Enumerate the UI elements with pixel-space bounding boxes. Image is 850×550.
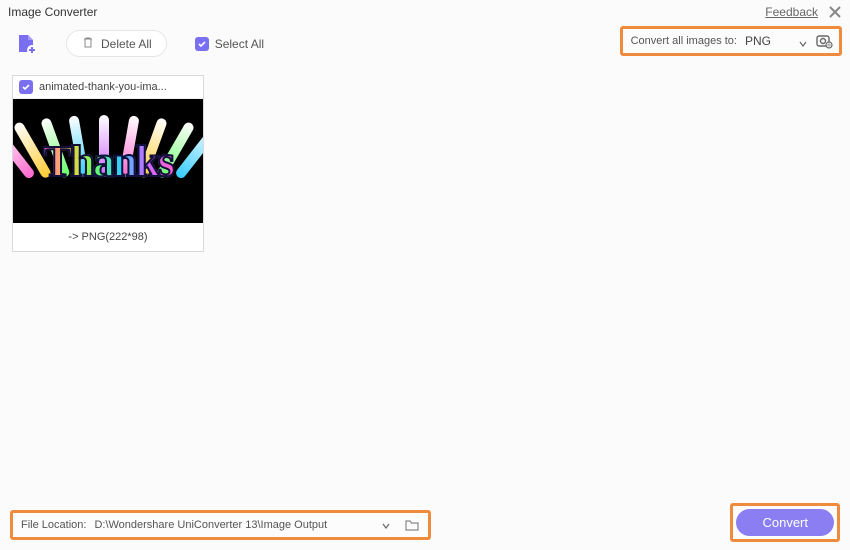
add-file-icon[interactable]: [14, 32, 38, 56]
convert-target-label: Convert all images to:: [631, 35, 737, 47]
feedback-link[interactable]: Feedback: [765, 5, 818, 19]
file-location-select[interactable]: D:\Wondershare UniConverter 13\Image Out…: [94, 519, 390, 531]
card-output-info: -> PNG(222*98): [13, 223, 203, 251]
convert-panel: Convert: [730, 503, 840, 542]
file-location-panel: File Location: D:\Wondershare UniConvert…: [10, 510, 431, 540]
folder-icon[interactable]: [404, 517, 420, 533]
toolbar: Delete All Select All Convert all images…: [0, 24, 850, 67]
chevron-down-icon: [799, 37, 807, 45]
select-all-label: Select All: [215, 37, 264, 51]
checkbox-checked-icon[interactable]: [19, 80, 33, 94]
close-icon[interactable]: [828, 5, 842, 19]
select-all-checkbox[interactable]: Select All: [195, 37, 264, 51]
card-header: animated-thank-you-ima...: [13, 76, 203, 99]
convert-target-panel: Convert all images to: PNG: [620, 26, 842, 56]
checkbox-checked-icon: [195, 37, 209, 51]
content-area: animated-thank-you-ima... Thanks -> PNG(…: [0, 67, 850, 260]
chevron-down-icon: [382, 521, 390, 529]
delete-all-button[interactable]: Delete All: [66, 30, 167, 57]
app-title: Image Converter: [8, 5, 97, 19]
format-value: PNG: [745, 34, 771, 48]
convert-button[interactable]: Convert: [736, 509, 834, 536]
header-right: Feedback: [765, 5, 842, 19]
output-settings-icon[interactable]: [815, 32, 833, 50]
thumbnail-text: Thanks: [43, 136, 173, 187]
card-thumbnail: Thanks: [13, 99, 203, 223]
format-select[interactable]: PNG: [745, 34, 807, 48]
card-filename: animated-thank-you-ima...: [39, 81, 167, 93]
image-card[interactable]: animated-thank-you-ima... Thanks -> PNG(…: [12, 75, 204, 252]
file-location-label: File Location:: [21, 519, 86, 531]
header: Image Converter Feedback: [0, 0, 850, 24]
trash-icon: [81, 35, 95, 52]
file-location-path: D:\Wondershare UniConverter 13\Image Out…: [94, 519, 327, 531]
delete-all-label: Delete All: [101, 37, 152, 51]
